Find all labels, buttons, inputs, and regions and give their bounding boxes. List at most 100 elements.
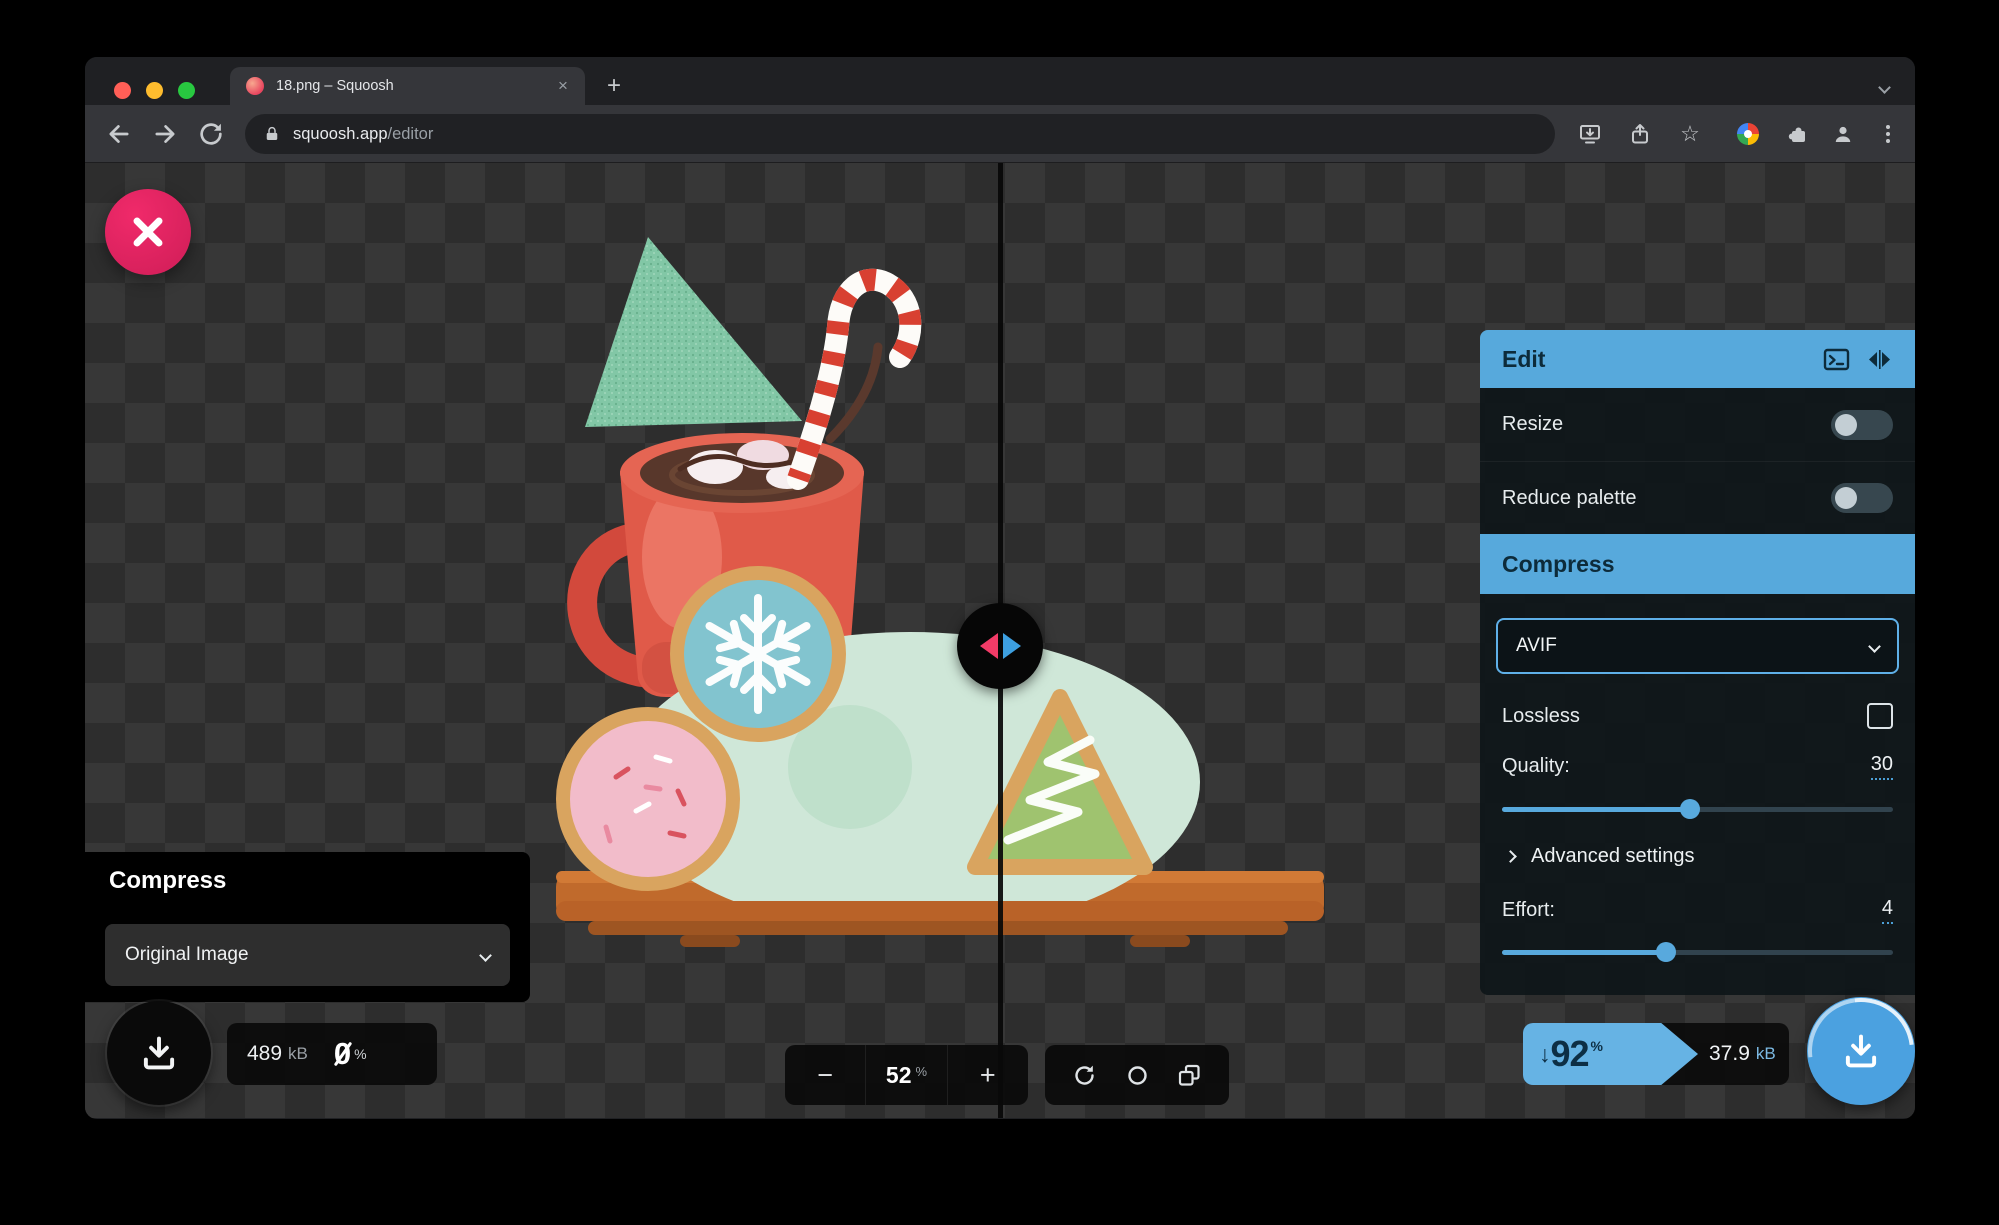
original-panel-header: Compress bbox=[85, 852, 530, 910]
profile-avatar-icon bbox=[1835, 126, 1851, 142]
reduce-palette-row: Reduce palette bbox=[1480, 461, 1915, 534]
extension-colorwheel-button[interactable] bbox=[1735, 121, 1761, 147]
original-delta-unit: % bbox=[354, 1046, 367, 1062]
forward-arrow-icon bbox=[155, 125, 175, 143]
download-original-button[interactable] bbox=[107, 1001, 211, 1105]
zoom-in-button[interactable]: + bbox=[946, 1045, 1028, 1105]
squoosh-favicon-icon bbox=[246, 77, 264, 95]
chevron-down-icon bbox=[479, 948, 492, 962]
back-button[interactable] bbox=[105, 120, 133, 148]
effort-slider-fill bbox=[1502, 950, 1667, 955]
resize-toggle[interactable] bbox=[1831, 409, 1893, 440]
quality-slider-fill bbox=[1502, 807, 1690, 812]
zoom-value: 52 bbox=[885, 1061, 912, 1088]
star-icon: ☆ bbox=[1680, 121, 1700, 146]
minus-icon: − bbox=[817, 1059, 834, 1090]
share-icon bbox=[1632, 124, 1648, 144]
download-compressed-button[interactable] bbox=[1807, 997, 1915, 1105]
download-icon bbox=[1845, 1034, 1877, 1068]
zoom-controls: − 52 % + bbox=[785, 1045, 1028, 1105]
effort-slider-knob[interactable] bbox=[1656, 942, 1677, 962]
tab-close-icon[interactable]: × bbox=[551, 74, 575, 98]
compressed-size-unit: kB bbox=[1755, 1044, 1776, 1063]
tab-search-chevron-icon[interactable] bbox=[1878, 81, 1891, 94]
compare-divider-handle[interactable] bbox=[957, 603, 1043, 689]
extensions-button[interactable] bbox=[1785, 121, 1811, 147]
chevron-right-icon bbox=[1504, 849, 1517, 863]
savings-arrow-badge: ↓ 92 % bbox=[1523, 1023, 1698, 1085]
profile-button[interactable] bbox=[1830, 121, 1856, 147]
resize-label: Resize bbox=[1502, 413, 1564, 435]
down-arrow-icon: ↓ bbox=[1539, 1040, 1551, 1067]
back-arrow-icon bbox=[109, 125, 129, 143]
divider-right-arrow-icon bbox=[1002, 633, 1021, 659]
quality-row: Quality: 30 bbox=[1480, 746, 1915, 786]
circle-view-button[interactable] bbox=[1124, 1062, 1151, 1089]
compressed-size-value: 37.9 bbox=[1709, 1042, 1750, 1065]
url-path: /editor bbox=[387, 124, 434, 143]
effort-value[interactable]: 4 bbox=[1881, 897, 1893, 924]
close-image-button[interactable] bbox=[105, 189, 191, 275]
quality-label: Quality: bbox=[1502, 754, 1570, 777]
codec-select[interactable]: AVIF bbox=[1496, 618, 1899, 674]
compressed-result-badge: ↓ 92 % 37.9 kB bbox=[1523, 1023, 1789, 1085]
install-app-button[interactable] bbox=[1577, 121, 1603, 147]
codec-select-value: AVIF bbox=[1516, 635, 1557, 656]
original-size-unit: kB bbox=[288, 1044, 308, 1063]
url-domain: squoosh.app bbox=[293, 124, 388, 143]
options-panel: Edit Resize Reduce palette Compress AVIF… bbox=[1480, 163, 1915, 1118]
resize-row: Resize bbox=[1480, 388, 1915, 461]
forward-button[interactable] bbox=[151, 120, 179, 148]
savings-percent-unit: % bbox=[1590, 1038, 1603, 1054]
rotate-button[interactable] bbox=[1071, 1062, 1098, 1089]
bookmark-button[interactable]: ☆ bbox=[1677, 121, 1703, 147]
reduce-palette-label: Reduce palette bbox=[1502, 486, 1637, 509]
quality-slider[interactable] bbox=[1502, 799, 1893, 819]
advanced-settings-label: Advanced settings bbox=[1531, 844, 1695, 867]
original-panel: Compress Original Image bbox=[85, 852, 530, 1002]
reduce-palette-toggle[interactable] bbox=[1831, 483, 1893, 513]
compressed-size: 37.9 kB bbox=[1709, 1023, 1776, 1085]
divider-left-arrow-icon bbox=[979, 633, 998, 659]
zoom-out-button[interactable]: − bbox=[785, 1045, 865, 1105]
browser-window: 18.png – Squoosh × + squoosh.app/editor … bbox=[85, 57, 1915, 1119]
original-delta-value: 0 bbox=[333, 1036, 352, 1071]
reload-icon bbox=[200, 123, 222, 145]
compress-options: AVIF Lossless Quality: 30 Advanced setti… bbox=[1480, 594, 1915, 995]
lossless-label: Lossless bbox=[1502, 704, 1580, 727]
address-bar[interactable]: squoosh.app/editor bbox=[245, 114, 1555, 154]
browser-tab[interactable]: 18.png – Squoosh × bbox=[230, 67, 585, 105]
terminal-icon[interactable] bbox=[1823, 346, 1850, 373]
savings-percent-value: 92 bbox=[1550, 1033, 1590, 1074]
edit-options: Resize Reduce palette bbox=[1480, 388, 1915, 534]
quality-value[interactable]: 30 bbox=[1870, 753, 1893, 780]
chevron-down-icon bbox=[1868, 639, 1881, 653]
quality-slider-knob[interactable] bbox=[1679, 799, 1700, 819]
effort-slider[interactable] bbox=[1502, 942, 1893, 962]
lossless-checkbox[interactable] bbox=[1867, 703, 1893, 729]
original-codec-value: Original Image bbox=[125, 944, 249, 965]
two-up-compare-icon[interactable] bbox=[1866, 346, 1893, 373]
three-dot-menu-icon bbox=[1886, 125, 1890, 143]
share-button[interactable] bbox=[1627, 121, 1653, 147]
traffic-light-minimize[interactable] bbox=[146, 82, 163, 99]
advanced-settings-toggle[interactable]: Advanced settings bbox=[1480, 832, 1915, 880]
tab-strip: 18.png – Squoosh × + bbox=[85, 57, 1915, 105]
plus-icon: + bbox=[979, 1059, 996, 1090]
new-tab-button[interactable]: + bbox=[597, 69, 631, 103]
background-toggle-button[interactable] bbox=[1176, 1062, 1203, 1089]
tab-title: 18.png – Squoosh bbox=[276, 78, 394, 94]
effort-row: Effort: 4 bbox=[1480, 890, 1915, 930]
traffic-light-zoom[interactable] bbox=[178, 82, 195, 99]
original-panel-body: Original Image bbox=[85, 910, 530, 1002]
original-size-badge: 489 kB 0 % bbox=[227, 1023, 437, 1085]
original-codec-select[interactable]: Original Image bbox=[105, 924, 510, 986]
traffic-light-close[interactable] bbox=[114, 82, 131, 99]
zoom-unit: % bbox=[915, 1063, 928, 1079]
image-preview[interactable] bbox=[530, 227, 1350, 962]
reload-button[interactable] bbox=[197, 120, 225, 148]
zoom-level: 52 % bbox=[865, 1045, 946, 1105]
compress-panel-header: Compress bbox=[1480, 534, 1915, 594]
browser-menu-button[interactable] bbox=[1875, 121, 1901, 147]
download-icon bbox=[143, 1036, 175, 1070]
